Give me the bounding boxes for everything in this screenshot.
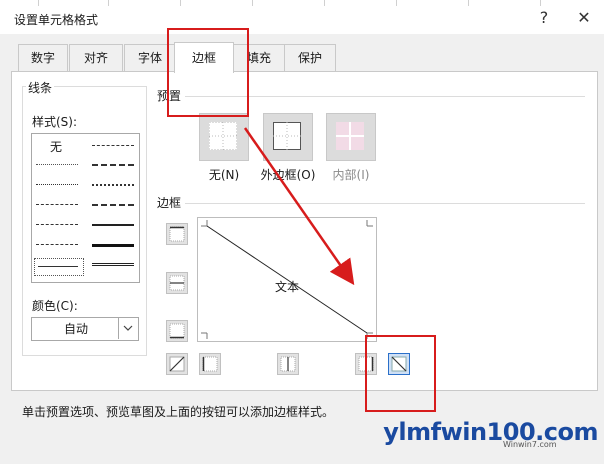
annotation-arrow-icon bbox=[243, 127, 355, 286]
tab-border[interactable]: 边框 bbox=[174, 42, 234, 73]
watermark-logo: ylmfwin100.com bbox=[383, 418, 598, 446]
watermark-small: Winwin7.com bbox=[503, 440, 557, 449]
